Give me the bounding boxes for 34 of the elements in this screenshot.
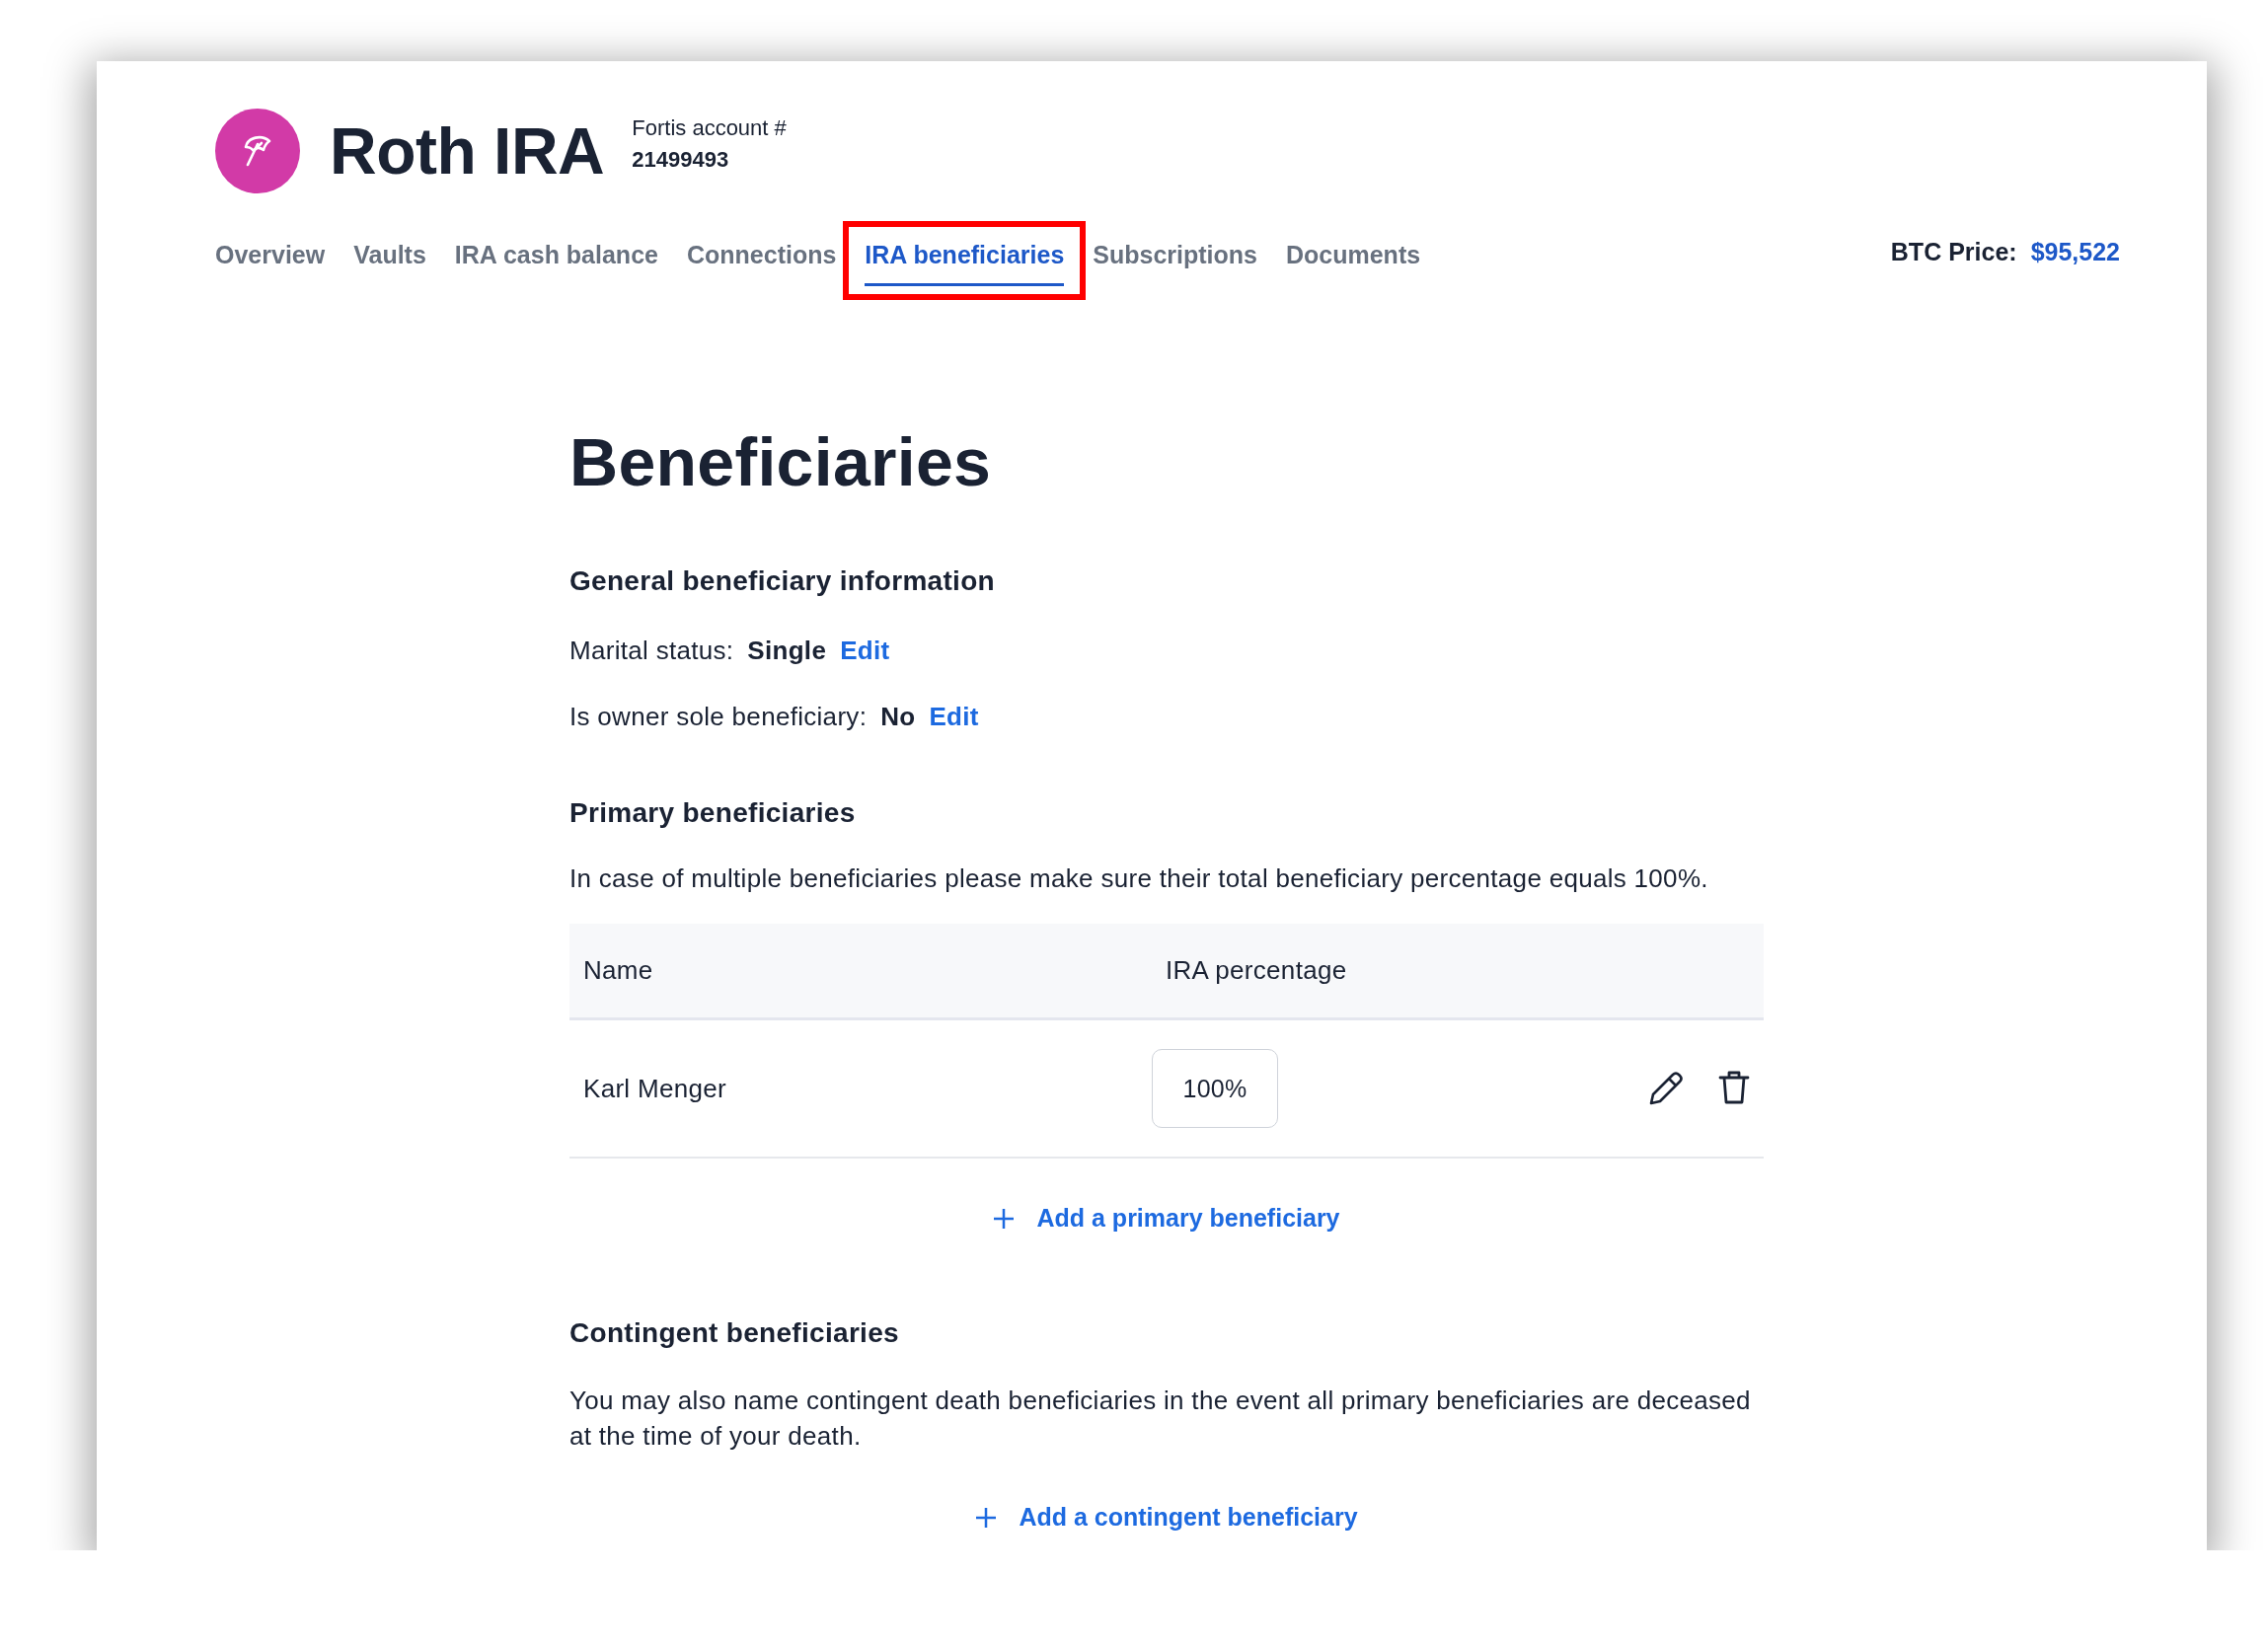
beneficiary-name: Karl Menger <box>582 1073 727 1104</box>
section-note: You may also name contingent death beneficiaries in the event all primary beneficiaries are deceased at the time of your death. <box>569 1385 1752 1453</box>
edit-link[interactable]: Edit <box>929 702 979 732</box>
page-title: Beneficiaries <box>569 428 993 495</box>
field-value: Single <box>747 636 827 666</box>
account-number: 21499493 <box>632 147 730 173</box>
section-note: In case of multiple beneficiaries please make sure their total beneficiary percentage equals 100%. <box>569 862 1709 895</box>
column-header: IRA percentage <box>1165 955 1348 986</box>
edit-icon[interactable] <box>1647 1070 1685 1107</box>
section-heading: Contingent beneficiaries <box>569 1317 900 1349</box>
nav-tab[interactable]: Documents <box>1286 241 1421 286</box>
section-heading: General beneficiary information <box>569 565 996 597</box>
field-value: No <box>880 702 916 732</box>
nav-tab[interactable]: Subscriptions <box>1093 241 1257 286</box>
nav-tab[interactable]: Overview <box>215 241 326 286</box>
price-value: $95,522 <box>2030 238 2120 266</box>
plus-icon <box>975 1506 998 1529</box>
field-label: Is owner sole beneficiary: <box>569 702 868 732</box>
trash-icon[interactable] <box>1718 1070 1750 1105</box>
edit-link[interactable]: Edit <box>840 636 890 666</box>
account-title: Roth IRA <box>330 113 605 188</box>
nav-tab[interactable]: Connections <box>686 241 837 286</box>
percentage-field[interactable]: 100% <box>1152 1049 1278 1128</box>
nav-tab[interactable]: IRA beneficiaries <box>865 241 1065 286</box>
column-header: Name <box>582 955 654 986</box>
account-label: Fortis account # <box>632 115 787 141</box>
add-beneficiary-button[interactable]: Add a contingent beneficiary <box>975 1497 1358 1537</box>
section-heading: Primary beneficiaries <box>569 797 857 829</box>
plus-icon <box>993 1207 1016 1230</box>
nav-tab[interactable]: Vaults <box>353 241 426 286</box>
field-label: Marital status: <box>569 636 734 666</box>
price-label: BTC Price: <box>1890 238 2017 266</box>
add-beneficiary-button[interactable]: Add a primary beneficiary <box>993 1198 1340 1238</box>
nav-tab[interactable]: IRA cash balance <box>454 241 658 286</box>
